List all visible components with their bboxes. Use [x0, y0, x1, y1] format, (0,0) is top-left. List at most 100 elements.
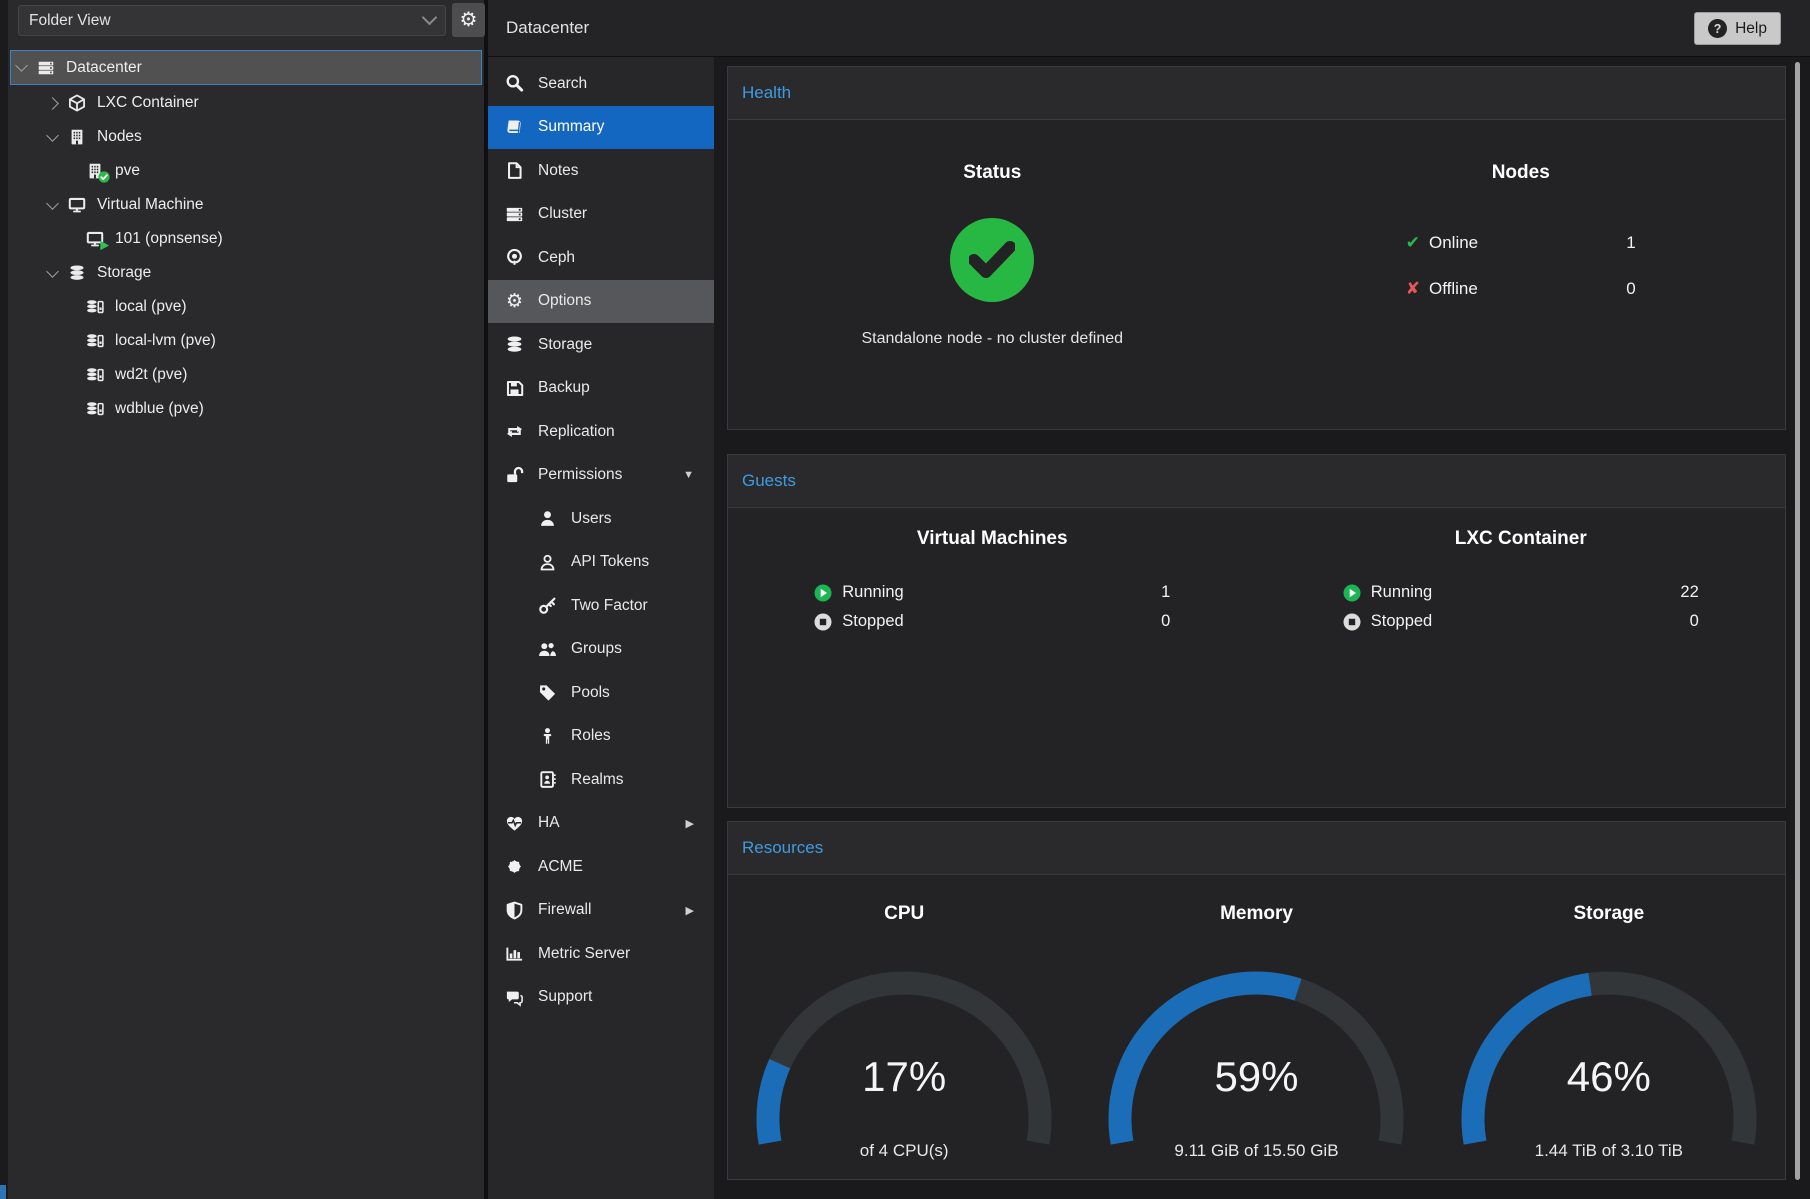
tree-item-pve[interactable]: pve [8, 154, 484, 188]
help-button[interactable]: ? Help [1694, 12, 1781, 45]
database-icon [68, 264, 86, 282]
summary-content: Health Status Standalone node - no clust… [714, 57, 1810, 1199]
tree-item-label: Datacenter [66, 59, 142, 77]
section-title: Guests [742, 471, 796, 491]
lxc-stopped-label: Stopped [1371, 612, 1432, 631]
server-icon [37, 59, 55, 77]
menu-item-realms[interactable]: Realms [488, 758, 714, 802]
cpu-gauge-column: CPU 17% of 4 CPU(s) [728, 875, 1080, 1161]
status-heading: Status [728, 162, 1257, 184]
nodes-offline-value: 0 [1626, 279, 1635, 299]
chevron-down-icon[interactable] [46, 197, 59, 210]
tree-item-storage-local[interactable]: local (pve) [8, 290, 484, 324]
menu-item-groups[interactable]: Groups [488, 628, 714, 672]
menu-item-label: Ceph [538, 249, 575, 267]
menu-item-metric-server[interactable]: Metric Server [488, 932, 714, 976]
database-icon [505, 335, 524, 354]
notes-icon [505, 161, 524, 180]
chevron-down-icon[interactable] [46, 265, 59, 278]
resources-panel: Resources CPU 17% of 4 CPU(s) Memory [727, 821, 1786, 1180]
monitor-icon [68, 196, 86, 214]
tree-item-virtual-machine[interactable]: Virtual Machine [8, 188, 484, 222]
menu-item-label: Two Factor [571, 597, 648, 615]
menu-item-label: Backup [538, 379, 590, 397]
caret-down-icon[interactable]: ▼ [683, 469, 694, 481]
floppy-icon [505, 379, 524, 398]
storage-drive-icon [86, 366, 104, 384]
tree-item-label: Storage [97, 264, 151, 282]
memory-percent: 59% [1106, 1053, 1406, 1101]
menu-item-storage[interactable]: Storage [488, 323, 714, 367]
gear-icon: ⚙ [460, 10, 478, 30]
lxc-heading: LXC Container [1257, 528, 1786, 550]
menu-item-roles[interactable]: Roles [488, 715, 714, 759]
storage-drive-icon [86, 298, 104, 316]
nodes-online-row: ✔ Online 1 [1406, 230, 1636, 256]
menu-item-two-factor[interactable]: Two Factor [488, 584, 714, 628]
lxc-running-label: Running [1371, 583, 1432, 602]
storage-drive-icon [86, 400, 104, 418]
tree-settings-button[interactable]: ⚙ [452, 3, 485, 37]
menu-item-label: ACME [538, 858, 583, 876]
scrollbar[interactable] [1795, 62, 1800, 1180]
menu-item-search[interactable]: Search [488, 62, 714, 106]
tree-item-storage-wdblue[interactable]: wdblue (pve) [8, 392, 484, 426]
lxc-stopped-row: Stopped 0 [1343, 607, 1699, 636]
nodes-online-label: Online [1429, 233, 1478, 253]
users-icon [538, 640, 557, 659]
cross-icon: ✘ [1406, 279, 1420, 299]
tree-item-label: pve [115, 162, 140, 180]
menu-item-ha[interactable]: HA ▶ [488, 802, 714, 846]
tree-item-vm-101-opnsense[interactable]: 101 (opnsense) [8, 222, 484, 256]
lxc-running-row: Running 22 [1343, 578, 1699, 607]
chevron-down-icon[interactable] [15, 59, 28, 72]
lxc-container-column: LXC Container Running 22 [1257, 508, 1786, 636]
section-title: Health [742, 83, 791, 103]
menu-item-replication[interactable]: Replication [488, 410, 714, 454]
cube-icon [68, 94, 86, 112]
menu-item-permissions[interactable]: Permissions ▼ [488, 454, 714, 498]
menu-item-backup[interactable]: Backup [488, 367, 714, 411]
chevron-down-icon[interactable] [46, 129, 59, 142]
tree-item-storage[interactable]: Storage [8, 256, 484, 290]
vm-running-value: 1 [1161, 583, 1170, 602]
menu-item-options[interactable]: ⚙ Options [488, 280, 714, 324]
content-titlebar: Datacenter ? Help [488, 0, 1810, 57]
tree-item-nodes[interactable]: Nodes [8, 120, 484, 154]
stopped-icon [814, 613, 832, 631]
vm-heading: Virtual Machines [728, 528, 1257, 550]
tree-item-label: wd2t (pve) [115, 366, 187, 384]
menu-item-support[interactable]: Support [488, 976, 714, 1020]
tree-item-lxc-container[interactable]: LXC Container [8, 86, 484, 120]
memory-detail: 9.11 GiB of 15.50 GiB [1080, 1141, 1432, 1161]
menu-item-ceph[interactable]: Ceph [488, 236, 714, 280]
menu-item-users[interactable]: Users [488, 497, 714, 541]
search-icon [505, 74, 524, 93]
caret-right-icon[interactable]: ▶ [686, 817, 694, 830]
menu-item-label: Search [538, 75, 587, 93]
menu-item-notes[interactable]: Notes [488, 149, 714, 193]
caret-right-icon[interactable]: ▶ [686, 904, 694, 917]
menu-item-label: Pools [571, 684, 610, 702]
menu-item-pools[interactable]: Pools [488, 671, 714, 715]
user-icon [538, 509, 557, 528]
cpu-detail: of 4 CPU(s) [728, 1141, 1080, 1161]
bottom-left-accent [0, 1185, 6, 1199]
menu-item-api-tokens[interactable]: API Tokens [488, 541, 714, 585]
tree-item-datacenter[interactable]: Datacenter [10, 50, 482, 85]
menu-item-cluster[interactable]: Cluster [488, 193, 714, 237]
check-icon: ✔ [1406, 233, 1420, 253]
tree-item-storage-wd2t[interactable]: wd2t (pve) [8, 358, 484, 392]
chevron-right-icon[interactable] [46, 97, 59, 110]
gear-icon: ⚙ [505, 292, 524, 311]
storage-detail: 1.44 TiB of 3.10 TiB [1433, 1141, 1785, 1161]
tree-item-storage-local-lvm[interactable]: local-lvm (pve) [8, 324, 484, 358]
menu-item-summary[interactable]: Summary [488, 106, 714, 150]
section-title: Resources [742, 838, 823, 858]
health-panel-header: Health [728, 67, 1785, 120]
cpu-heading: CPU [728, 903, 1080, 925]
resource-tree-panel: Folder View ⚙ Datacenter LXC Container N… [0, 0, 484, 1199]
view-selector-dropdown[interactable]: Folder View [18, 5, 446, 36]
menu-item-firewall[interactable]: Firewall ▶ [488, 889, 714, 933]
menu-item-acme[interactable]: ACME [488, 845, 714, 889]
